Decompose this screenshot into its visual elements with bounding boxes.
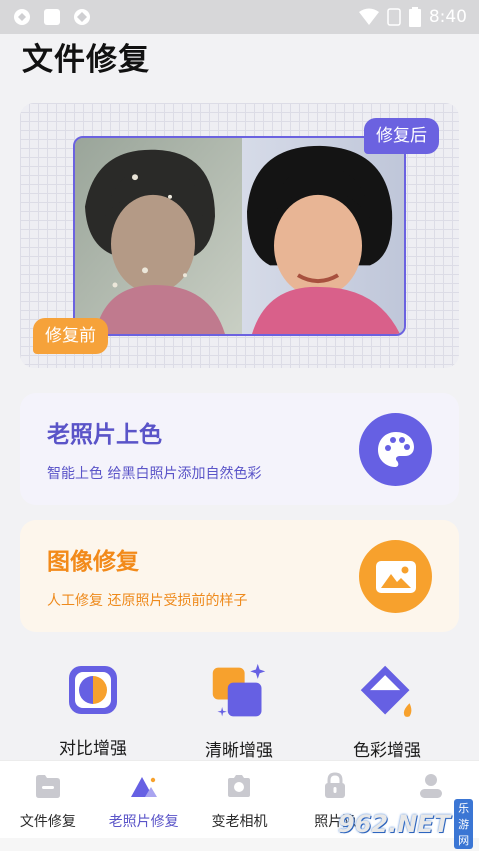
wifi-icon: [358, 8, 379, 25]
folder-icon: [35, 775, 60, 798]
person-icon: [420, 774, 443, 798]
nav-label: 变老相机: [211, 814, 268, 830]
mountain-icon: [130, 777, 157, 797]
nav-label: 老照片修复: [108, 814, 179, 830]
photo-before-repair: [75, 138, 242, 334]
watermark-site: 乐游网: [454, 799, 474, 849]
square-notification-icon: [44, 9, 60, 25]
app-notification-icon-2: [74, 9, 90, 25]
nav-aging-camera[interactable]: 变老相机: [192, 761, 288, 838]
nav-old-photo-repair[interactable]: 老照片修复: [96, 761, 192, 838]
app-notification-icon: [14, 9, 30, 25]
sharpen-enhance-tool[interactable]: 清晰增强: [198, 662, 280, 761]
palette-icon: [359, 413, 432, 486]
watermark-logo: 962.NET 乐游网: [338, 799, 474, 849]
color-enhance-tool[interactable]: 色彩增强: [345, 662, 429, 761]
before-after-photo: [73, 136, 406, 336]
sharpen-icon: [212, 663, 266, 717]
sim-icon: [387, 8, 401, 26]
image-mountain-icon: [359, 540, 432, 613]
paint-bucket-icon: [360, 665, 412, 717]
photo-after-repair: [242, 138, 404, 334]
contrast-icon: [69, 666, 117, 714]
image-repair-card[interactable]: 图像修复 人工修复 还原照片受损前的样子: [20, 520, 459, 632]
camera-icon: [228, 775, 251, 797]
after-badge: 修复后: [364, 118, 439, 154]
contrast-enhance-tool[interactable]: 对比增强: [52, 660, 134, 759]
nav-label: 文件修复: [19, 814, 76, 830]
card-subtitle: 人工修复 还原照片受损前的样子: [47, 593, 248, 609]
old-photo-colorize-card[interactable]: 老照片上色 智能上色 给黑白照片添加自然色彩: [20, 393, 459, 505]
card-title: 老照片上色: [47, 422, 162, 448]
tool-label: 清晰增强: [205, 741, 273, 761]
tool-label: 色彩增强: [353, 741, 421, 761]
page-title: 文件修复: [22, 42, 150, 78]
card-title: 图像修复: [47, 549, 139, 575]
status-bar: 8:40: [0, 0, 479, 34]
tool-label: 对比增强: [59, 739, 127, 759]
card-subtitle: 智能上色 给黑白照片添加自然色彩: [47, 466, 262, 482]
lock-icon: [325, 772, 346, 798]
status-time: 8:40: [428, 7, 467, 27]
before-badge: 修复前: [33, 318, 108, 354]
battery-icon: [408, 7, 421, 27]
nav-file-repair[interactable]: 文件修复: [0, 761, 96, 838]
watermark-number: 962.NET: [338, 810, 451, 838]
